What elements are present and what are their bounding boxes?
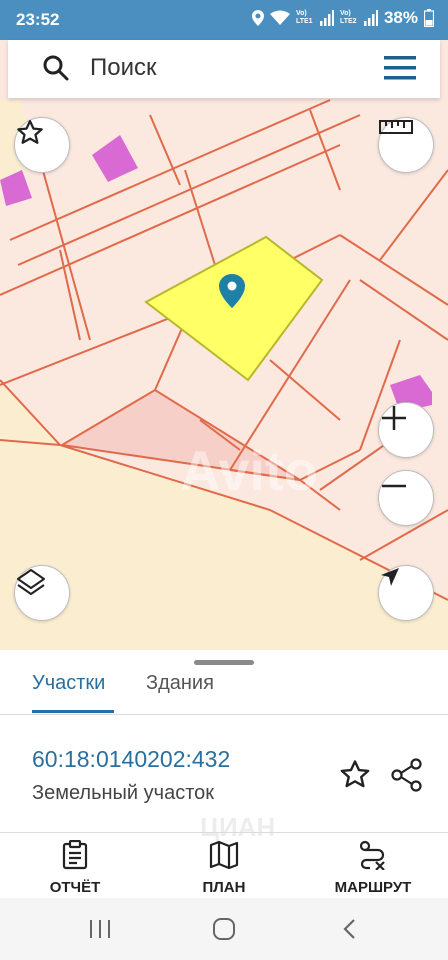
route-label: МАРШРУТ [334, 879, 412, 896]
bottom-sheet: Участки Здания 60:18:0140202:432 Земельн… [0, 650, 448, 898]
status-bar: 23:52 Vo) LTE1 Vo) LTE2 38% [0, 0, 448, 40]
tab-buildings[interactable]: Здания [146, 672, 214, 695]
wifi-icon [269, 10, 290, 25]
zoom-in-icon [382, 406, 406, 430]
report-icon [62, 839, 88, 870]
layers-icon [17, 569, 45, 595]
zoom-out-icon [382, 484, 406, 488]
object-type: Земельный участок [32, 782, 215, 804]
search-icon[interactable] [42, 54, 70, 82]
recent-apps-icon[interactable] [88, 918, 112, 940]
active-tab-indicator [32, 710, 114, 713]
signal-2-icon [363, 10, 378, 26]
back-icon[interactable] [342, 918, 358, 940]
route-button[interactable]: МАРШРУТ [318, 840, 428, 896]
locate-icon [381, 568, 399, 586]
tab-parcels[interactable]: Участки [32, 672, 105, 695]
plan-button[interactable]: ПЛАН [169, 840, 279, 896]
layers-button[interactable] [14, 565, 70, 621]
star-icon [17, 120, 43, 144]
sheet-drag-handle[interactable] [194, 660, 254, 665]
network-2-label: Vo) LTE2 [339, 10, 357, 25]
favorite-star-icon[interactable] [338, 758, 372, 792]
battery-icon [424, 9, 434, 27]
share-icon[interactable] [390, 758, 424, 792]
location-icon [251, 10, 264, 26]
my-location-button[interactable] [378, 565, 434, 621]
zoom-out-button[interactable] [378, 470, 434, 526]
search-bar[interactable]: Поиск [8, 40, 440, 98]
actions-divider [0, 832, 448, 833]
hamburger-menu-icon[interactable] [384, 55, 416, 81]
status-icons: Vo) LTE1 Vo) LTE2 38% [251, 8, 434, 28]
search-input[interactable]: Поиск [90, 54, 157, 82]
favorite-map-button[interactable] [14, 117, 70, 173]
signal-1-icon [319, 10, 334, 26]
plan-label: ПЛАН [202, 879, 246, 896]
status-time: 23:52 [16, 10, 60, 29]
route-icon [359, 840, 385, 871]
zoom-in-button[interactable] [378, 402, 434, 458]
ruler-icon [379, 120, 413, 134]
app-root: 23:52 Vo) LTE1 Vo) LTE2 38% Avito Поиск … [0, 0, 448, 960]
cian-watermark: ЦИАН [200, 812, 276, 842]
system-nav-bar [0, 898, 448, 960]
map-view[interactable]: Avito [0, 40, 448, 650]
map-plan-icon [209, 840, 239, 870]
tabs-divider [0, 714, 448, 715]
measure-button[interactable] [378, 117, 434, 173]
svg-text:Avito: Avito [180, 439, 318, 502]
report-button[interactable]: ОТЧЁТ [20, 839, 130, 896]
cadastral-number[interactable]: 60:18:0140202:432 [32, 746, 230, 773]
report-label: ОТЧЁТ [49, 879, 101, 896]
network-1-label: Vo) LTE1 [295, 10, 313, 25]
home-icon[interactable] [212, 918, 236, 940]
battery-percent: 38% [383, 8, 418, 27]
